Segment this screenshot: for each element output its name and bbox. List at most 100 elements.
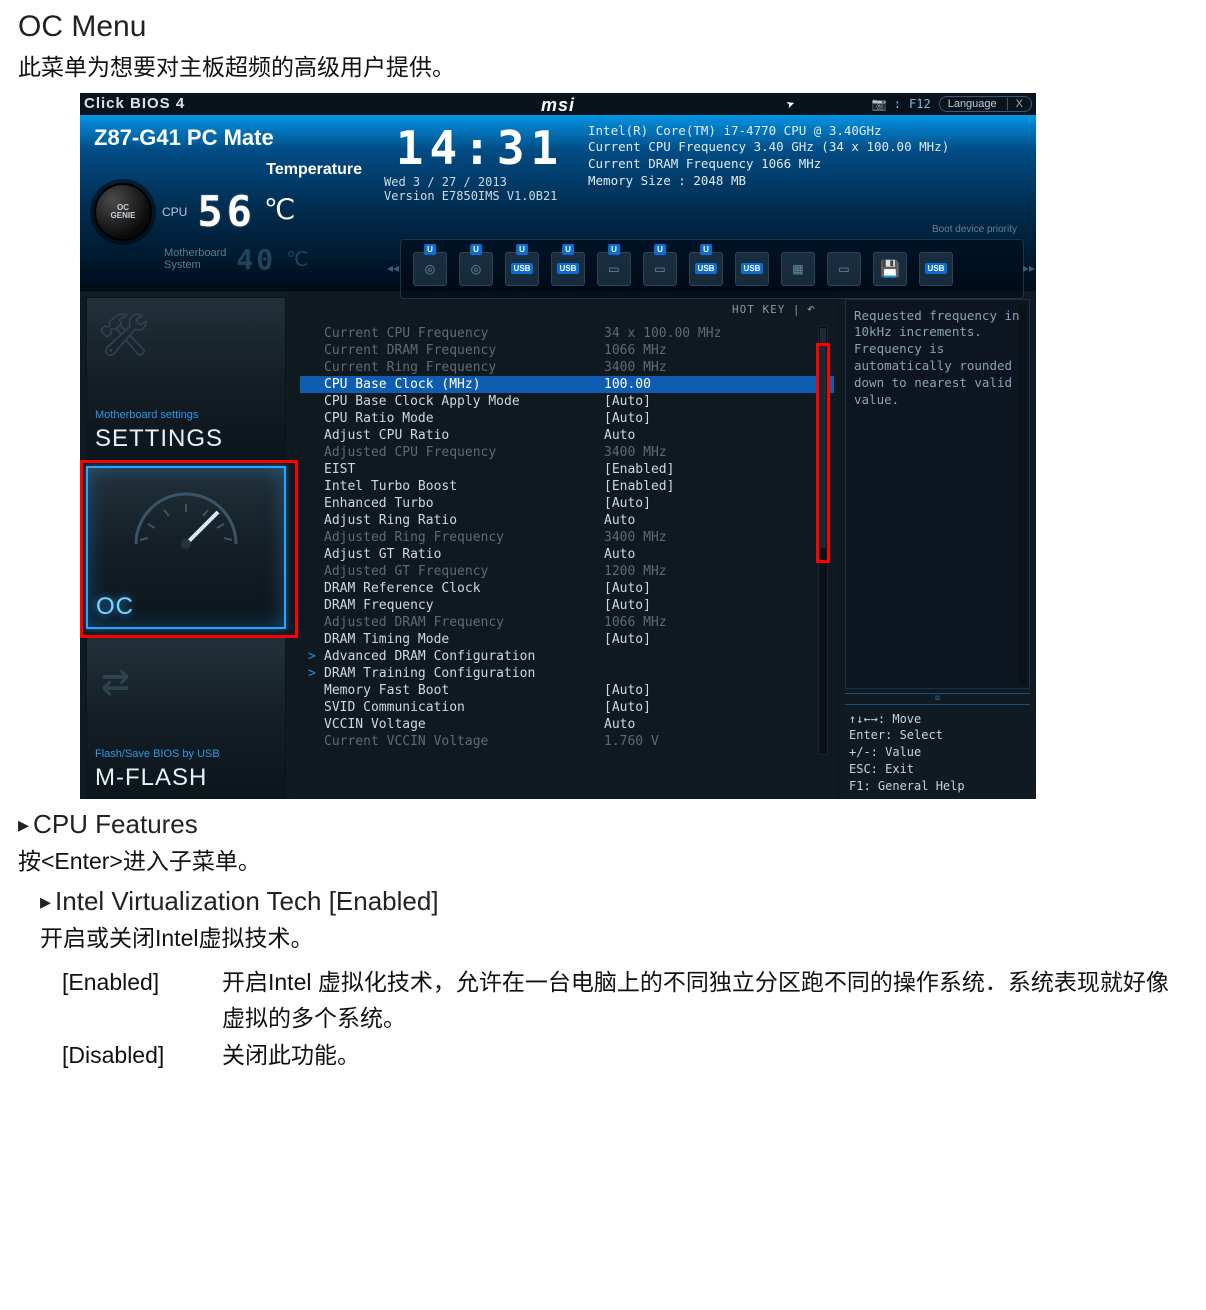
option-disabled-key: [Disabled]: [62, 1037, 222, 1074]
setting-value: 1.760 V: [604, 733, 659, 750]
setting-row[interactable]: Enhanced Turbo[Auto]: [300, 495, 834, 512]
scrollbar[interactable]: [1019, 304, 1027, 684]
language-button[interactable]: Language X: [939, 96, 1032, 112]
page-title: OC Menu: [18, 10, 1188, 44]
setting-value: [Auto]: [604, 410, 651, 427]
cpu-freq-line: Current CPU Frequency 3.40 GHz (34 x 100…: [588, 139, 1024, 156]
setting-row[interactable]: DRAM Timing Mode[Auto]: [300, 631, 834, 648]
setting-key: SVID Communication: [324, 699, 604, 716]
sidebar-tile-settings[interactable]: 🛠 Motherboard settings SETTINGS: [86, 297, 286, 460]
wrench-hammer-icon: 🛠: [97, 310, 150, 360]
cpu-temp-label: CPU: [162, 205, 187, 219]
oc-genie-button[interactable]: OCGENIE: [94, 183, 152, 241]
boot-device-usb-icon[interactable]: USB: [735, 252, 769, 286]
setting-key: DRAM Timing Mode: [324, 631, 604, 648]
setting-value: [Enabled]: [604, 461, 674, 478]
submenu-arrow-icon: >: [308, 648, 316, 665]
virt-heading: Intel Virtualization Tech [Enabled]: [40, 886, 1188, 917]
help-panel: Requested frequency in 10kHz increments.…: [845, 299, 1030, 689]
setting-row[interactable]: CPU Ratio Mode[Auto]: [300, 410, 834, 427]
setting-key: Adjusted Ring Frequency: [324, 529, 604, 546]
undo-icon[interactable]: ↶: [807, 301, 816, 317]
setting-key: CPU Base Clock Apply Mode: [324, 393, 604, 410]
setting-key: Advanced DRAM Configuration: [324, 648, 604, 665]
sidebar-tile-oc[interactable]: OC: [86, 466, 286, 629]
boot-device-cd-icon[interactable]: U◎: [459, 252, 493, 286]
panel-divider: ≡: [845, 693, 1030, 705]
intro-text: 此菜单为想要对主板超频的高级用户提供。: [18, 50, 1188, 85]
setting-row[interactable]: > Advanced DRAM Configuration: [300, 648, 834, 665]
setting-key: CPU Base Clock (MHz): [324, 376, 604, 393]
boot-device-floppy-icon[interactable]: 💾: [873, 252, 907, 286]
hint-esc: ESC: Exit: [849, 761, 1028, 778]
setting-value: [Auto]: [604, 393, 651, 410]
setting-row[interactable]: Adjust CPU RatioAuto: [300, 427, 834, 444]
setting-row: Adjusted Ring Frequency3400 MHz: [300, 529, 834, 546]
setting-row[interactable]: Adjust GT RatioAuto: [300, 546, 834, 563]
setting-row[interactable]: CPU Base Clock (MHz)100.00: [300, 376, 834, 393]
setting-row[interactable]: EIST[Enabled]: [300, 461, 834, 478]
boot-device-usb-icon[interactable]: USB: [919, 252, 953, 286]
setting-row[interactable]: DRAM Frequency[Auto]: [300, 597, 834, 614]
tile-supertitle: Flash/Save BIOS by USB: [95, 748, 220, 760]
cpu-info-line: Intel(R) Core(TM) i7-4770 CPU @ 3.40GHz: [588, 123, 1024, 140]
hint-enter: Enter: Select: [849, 727, 1028, 744]
submenu-arrow-icon: >: [308, 665, 316, 682]
enter-submenu-text: 按<Enter>进入子菜单。: [18, 844, 1188, 879]
setting-key: Current Ring Frequency: [324, 359, 604, 376]
gauge-icon: [126, 484, 246, 554]
setting-key: Adjusted CPU Frequency: [324, 444, 604, 461]
scrollbar[interactable]: [818, 325, 828, 755]
cpu-features-heading: CPU Features: [18, 809, 1188, 840]
setting-value: 1066 MHz: [604, 614, 667, 631]
boot-device-hdd-icon[interactable]: U▭: [643, 252, 677, 286]
boot-priority-bar[interactable]: Boot device priority ◀◀ U◎ U◎ UUSB UUSB …: [400, 239, 1024, 299]
setting-value: [Auto]: [604, 495, 651, 512]
boot-device-usb-icon[interactable]: UUSB: [505, 252, 539, 286]
option-enabled-val: 开启Intel 虚拟化技术，允许在一台电脑上的不同独立分区跑不同的操作系统．系统…: [222, 964, 1188, 1038]
boot-device-hdd-icon[interactable]: U▭: [597, 252, 631, 286]
boot-device-network-icon[interactable]: ▦: [781, 252, 815, 286]
setting-key: EIST: [324, 461, 604, 478]
setting-row[interactable]: > DRAM Training Configuration: [300, 665, 834, 682]
dram-freq-line: Current DRAM Frequency 1066 MHz: [588, 156, 1024, 173]
boot-device-usb-icon[interactable]: UUSB: [551, 252, 585, 286]
boot-priority-label: Boot device priority: [932, 224, 1017, 235]
setting-row[interactable]: Adjust Ring RatioAuto: [300, 512, 834, 529]
cursor-icon: ➤: [785, 96, 798, 114]
option-enabled-key: [Enabled]: [62, 964, 222, 1038]
scrollbar-thumb[interactable]: [820, 328, 826, 548]
language-label: Language: [948, 98, 997, 110]
setting-value: 1066 MHz: [604, 342, 667, 359]
chevron-right-icon[interactable]: ▶▶: [1023, 263, 1035, 274]
language-close[interactable]: X: [1007, 98, 1023, 110]
setting-value: [Enabled]: [604, 478, 674, 495]
setting-row[interactable]: CPU Base Clock Apply Mode[Auto]: [300, 393, 834, 410]
setting-key: Adjust Ring Ratio: [324, 512, 604, 529]
chevron-left-icon[interactable]: ◀◀: [387, 263, 399, 274]
setting-key: Enhanced Turbo: [324, 495, 604, 512]
setting-key: DRAM Training Configuration: [324, 665, 604, 682]
degree-icon: ℃: [264, 193, 295, 226]
settings-list[interactable]: HOT KEY |↶ Current CPU Frequency34 x 100…: [292, 291, 838, 799]
date: Wed 3 / 27 / 2013: [380, 175, 580, 189]
setting-row[interactable]: Memory Fast Boot[Auto]: [300, 682, 834, 699]
boot-device-cd-icon[interactable]: U◎: [413, 252, 447, 286]
setting-value: 1200 MHz: [604, 563, 667, 580]
setting-row[interactable]: DRAM Reference Clock[Auto]: [300, 580, 834, 597]
setting-value: Auto: [604, 427, 635, 444]
setting-key: Adjusted DRAM Frequency: [324, 614, 604, 631]
sidebar-tile-mflash[interactable]: ⇄ Flash/Save BIOS by USB M-FLASH: [86, 635, 286, 798]
setting-row[interactable]: Intel Turbo Boost[Enabled]: [300, 478, 834, 495]
boot-device-usb-icon[interactable]: UUSB: [689, 252, 723, 286]
setting-key: DRAM Frequency: [324, 597, 604, 614]
bios-version: Version E7850IMS V1.0B21: [380, 189, 580, 203]
setting-key: Memory Fast Boot: [324, 682, 604, 699]
setting-row: Current CPU Frequency34 x 100.00 MHz: [300, 325, 834, 342]
setting-key: CPU Ratio Mode: [324, 410, 604, 427]
setting-key: Adjust CPU Ratio: [324, 427, 604, 444]
setting-row[interactable]: VCCIN VoltageAuto: [300, 716, 834, 733]
setting-row[interactable]: SVID Communication[Auto]: [300, 699, 834, 716]
tile-title: M-FLASH: [95, 764, 207, 792]
boot-device-hdd-icon[interactable]: ▭: [827, 252, 861, 286]
